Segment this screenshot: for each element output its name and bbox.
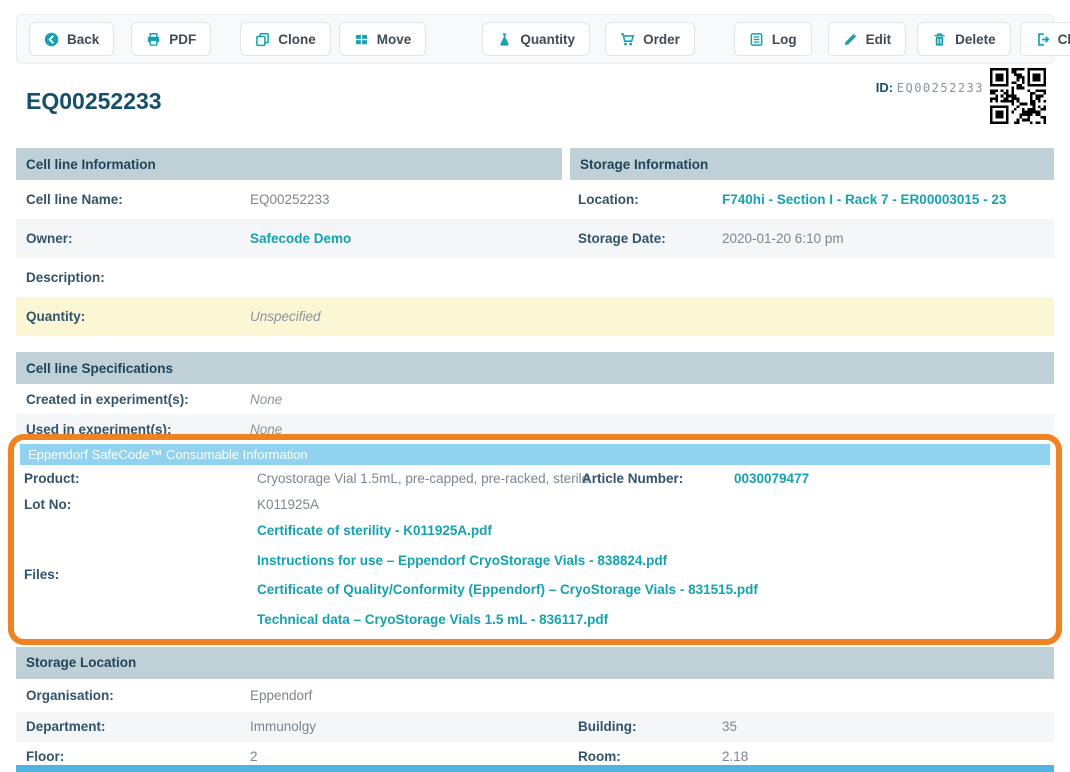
department-value: Immunolgy [250, 719, 316, 734]
table-row: Description: [16, 258, 1054, 297]
storage-info-header: Storage Information [570, 148, 1054, 180]
order-label: Order [643, 32, 680, 47]
storage-location-table: Storage Location Organisation: Eppendorf… [16, 647, 1054, 772]
move-button[interactable]: Move [339, 22, 427, 56]
back-button[interactable]: Back [29, 22, 114, 56]
product-row: Product: Cryostorage Vial 1.5mL, pre-cap… [20, 465, 1050, 491]
log-list-icon [749, 32, 764, 47]
floor-label: Floor: [16, 749, 250, 764]
quantity-label: Quantity [520, 32, 575, 47]
organisation-label: Organisation: [16, 688, 250, 703]
organisation-value: Eppendorf [250, 688, 312, 703]
building-value: 35 [722, 719, 737, 734]
title-bar: EQ00252233 ID: EQ00252233 [16, 80, 1054, 138]
quantity-value: Unspecified [250, 309, 321, 324]
check-out-button[interactable]: Check Out [1020, 22, 1070, 56]
pencil-icon [843, 32, 858, 47]
safecode-section-header: Eppendorf SafeCode™ Consumable Informati… [20, 444, 1050, 465]
created-in-experiments-label: Created in experiment(s): [16, 392, 250, 407]
file-link-certificate-sterility[interactable]: Certificate of sterility - K011925A.pdf [257, 523, 758, 538]
department-label: Department: [16, 719, 250, 734]
table-row: Department: Immunolgy Building: 35 [16, 712, 1054, 742]
clone-label: Clone [278, 32, 316, 47]
quantity-row: Quantity: Unspecified [16, 297, 1054, 336]
file-link-technical-data[interactable]: Technical data – CryoStorage Vials 1.5 m… [257, 612, 758, 627]
clone-button[interactable]: Clone [240, 22, 331, 56]
location-link[interactable]: F740hi - Section I - Rack 7 - ER00003015… [722, 192, 1006, 207]
id-value: EQ00252233 [897, 81, 984, 95]
log-label: Log [772, 32, 797, 47]
lot-no-label: Lot No: [20, 497, 257, 512]
lot-row: Lot No: K011925A [20, 491, 1050, 517]
edit-label: Edit [866, 32, 892, 47]
table-row: Owner: Safecode Demo Storage Date: 2020-… [16, 219, 1054, 258]
table-row: Created in experiment(s): None [16, 384, 1054, 414]
storage-location-header: Storage Location [16, 647, 1054, 679]
page-title: EQ00252233 [26, 88, 162, 115]
product-value: Cryostorage Vial 1.5mL, pre-capped, pre-… [257, 471, 582, 486]
back-circle-icon [44, 32, 59, 47]
move-table-icon [354, 32, 369, 47]
move-label: Move [377, 32, 412, 47]
owner-label: Owner: [16, 231, 250, 246]
building-label: Building: [570, 719, 722, 734]
table-row: Cell line Name: EQ00252233 Location: F74… [16, 180, 1054, 219]
cell-line-info-header: Cell line Information [16, 148, 562, 180]
created-in-experiments-value: None [250, 392, 282, 407]
item-detail-page: Back PDF Clone Move Quantity Order Log [0, 0, 1070, 772]
clone-icon [255, 32, 270, 47]
detail-tables: Cell line Information Storage Informatio… [16, 148, 1054, 444]
sign-out-icon [1035, 32, 1050, 47]
toolbar: Back PDF Clone Move Quantity Order Log [16, 14, 1054, 64]
cell-line-name-label: Cell line Name: [16, 192, 250, 207]
description-label: Description: [16, 270, 250, 285]
pdf-button[interactable]: PDF [131, 22, 211, 56]
delete-label: Delete [955, 32, 996, 47]
file-link-instructions[interactable]: Instructions for use – Eppendorf CryoSto… [257, 553, 758, 568]
owner-link[interactable]: Safecode Demo [250, 231, 351, 246]
back-label: Back [67, 32, 99, 47]
log-button[interactable]: Log [734, 22, 812, 56]
product-label: Product: [20, 471, 257, 486]
next-section-header-partial [16, 765, 1054, 772]
storage-date-value: 2020-01-20 6:10 pm [722, 231, 844, 246]
info-section-headers: Cell line Information Storage Informatio… [16, 148, 1054, 180]
cart-icon [620, 32, 635, 47]
quantity-button[interactable]: Quantity [482, 22, 590, 56]
trash-icon [932, 32, 947, 47]
delete-button[interactable]: Delete [917, 22, 1011, 56]
edit-button[interactable]: Edit [828, 22, 907, 56]
cell-line-name-value: EQ00252233 [250, 192, 330, 207]
room-label: Room: [570, 749, 722, 764]
qr-code [990, 68, 1046, 124]
files-row: Files: Certificate of sterility - K01192… [20, 517, 1050, 631]
safecode-highlight-box: Eppendorf SafeCode™ Consumable Informati… [8, 434, 1062, 645]
location-label: Location: [570, 192, 722, 207]
article-number-label: Article Number: [582, 471, 734, 486]
order-button[interactable]: Order [605, 22, 695, 56]
lot-no-value: K011925A [257, 497, 319, 512]
pdf-label: PDF [169, 32, 196, 47]
table-row: Organisation: Eppendorf [16, 679, 1054, 712]
file-link-list: Certificate of sterility - K011925A.pdf … [257, 523, 758, 627]
flask-icon [497, 32, 512, 47]
file-link-certificate-quality[interactable]: Certificate of Quality/Conformity (Eppen… [257, 582, 758, 597]
quantity-label: Quantity: [16, 309, 250, 324]
check-out-label: Check Out [1058, 32, 1070, 47]
storage-date-label: Storage Date: [570, 231, 722, 246]
printer-icon [146, 32, 161, 47]
id-block: ID: EQ00252233 [876, 80, 984, 95]
article-number-value[interactable]: 0030079477 [734, 471, 809, 486]
specifications-header: Cell line Specifications [16, 352, 1054, 384]
floor-value: 2 [250, 749, 258, 764]
files-label: Files: [20, 567, 257, 582]
room-value: 2.18 [722, 749, 748, 764]
id-label: ID: [876, 80, 893, 95]
